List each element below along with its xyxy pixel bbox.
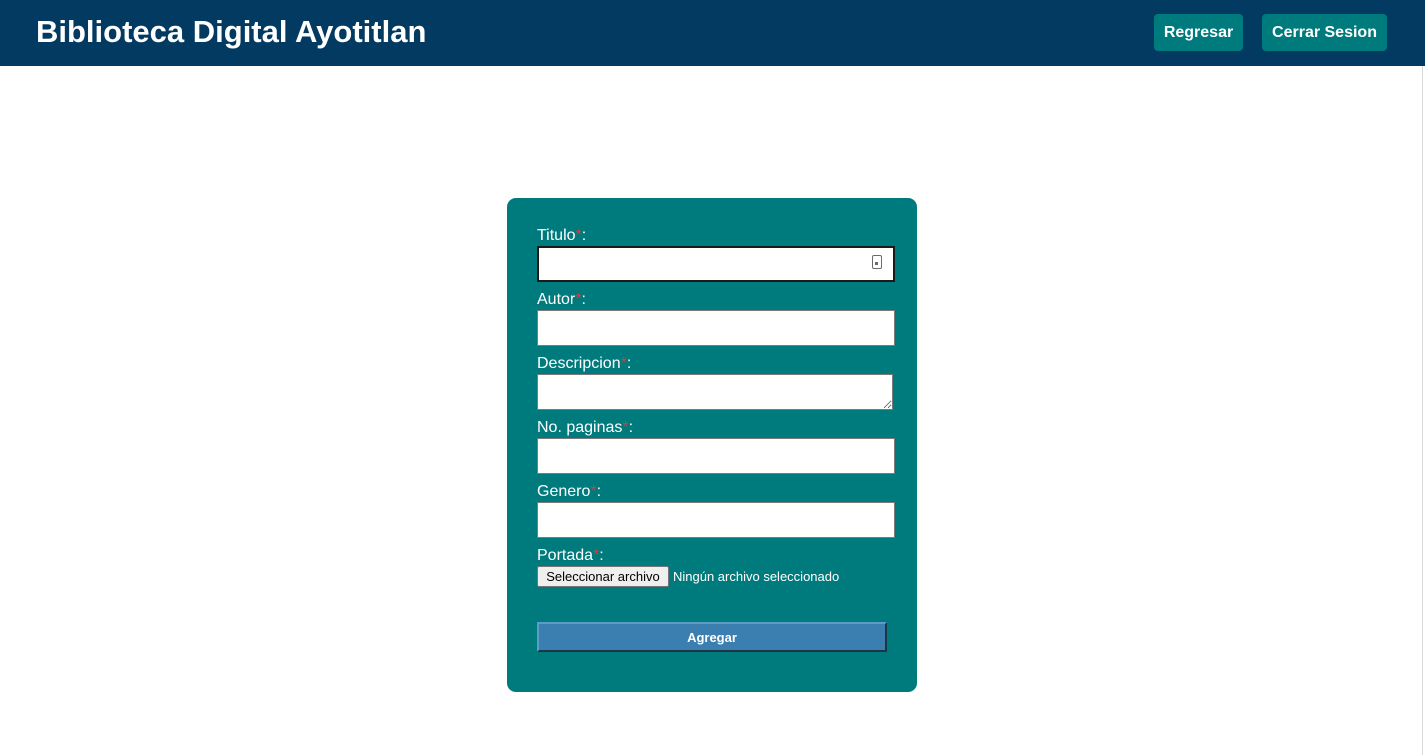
descripcion-label-text: Descripcion <box>537 355 621 372</box>
file-status-text: Ningún archivo seleccionado <box>673 569 840 584</box>
top-header: Biblioteca Digital Ayotitlan Regresar Ce… <box>0 0 1425 66</box>
required-mark: * <box>620 355 627 372</box>
paginas-input[interactable] <box>537 438 895 474</box>
logout-button[interactable]: Cerrar Sesion <box>1262 14 1387 51</box>
paginas-label-text: No. paginas <box>537 419 623 436</box>
descripcion-textarea[interactable] <box>537 374 893 410</box>
choose-file-button[interactable]: Seleccionar archivo <box>537 566 669 587</box>
autor-label: Autor*: <box>537 291 586 308</box>
titulo-input[interactable] <box>537 246 895 282</box>
titulo-label: Titulo*: <box>537 227 587 244</box>
descripcion-label: Descripcion*: <box>537 355 632 372</box>
add-book-form: Titulo*: Autor*: Descripcion*: No. pagin… <box>507 198 917 692</box>
autor-label-text: Autor <box>537 291 576 308</box>
paginas-label: No. paginas*: <box>537 419 634 436</box>
required-mark: * <box>622 419 629 436</box>
contact-card-icon[interactable] <box>872 255 882 269</box>
app-title: Biblioteca Digital Ayotitlan <box>36 14 427 49</box>
add-book-button[interactable]: Agregar <box>537 622 887 652</box>
required-mark: * <box>593 547 600 564</box>
autor-input[interactable] <box>537 310 895 346</box>
portada-label-text: Portada <box>537 547 594 564</box>
required-mark: * <box>575 291 582 308</box>
portada-label: Portada*: <box>537 547 604 564</box>
back-button[interactable]: Regresar <box>1154 14 1243 51</box>
genero-input[interactable] <box>537 502 895 538</box>
required-mark: * <box>575 227 582 244</box>
required-mark: * <box>590 483 597 500</box>
genero-label: Genero*: <box>537 483 602 500</box>
titulo-label-text: Titulo <box>537 227 576 244</box>
genero-label-text: Genero <box>537 483 591 500</box>
page-edge-divider <box>1422 66 1423 755</box>
